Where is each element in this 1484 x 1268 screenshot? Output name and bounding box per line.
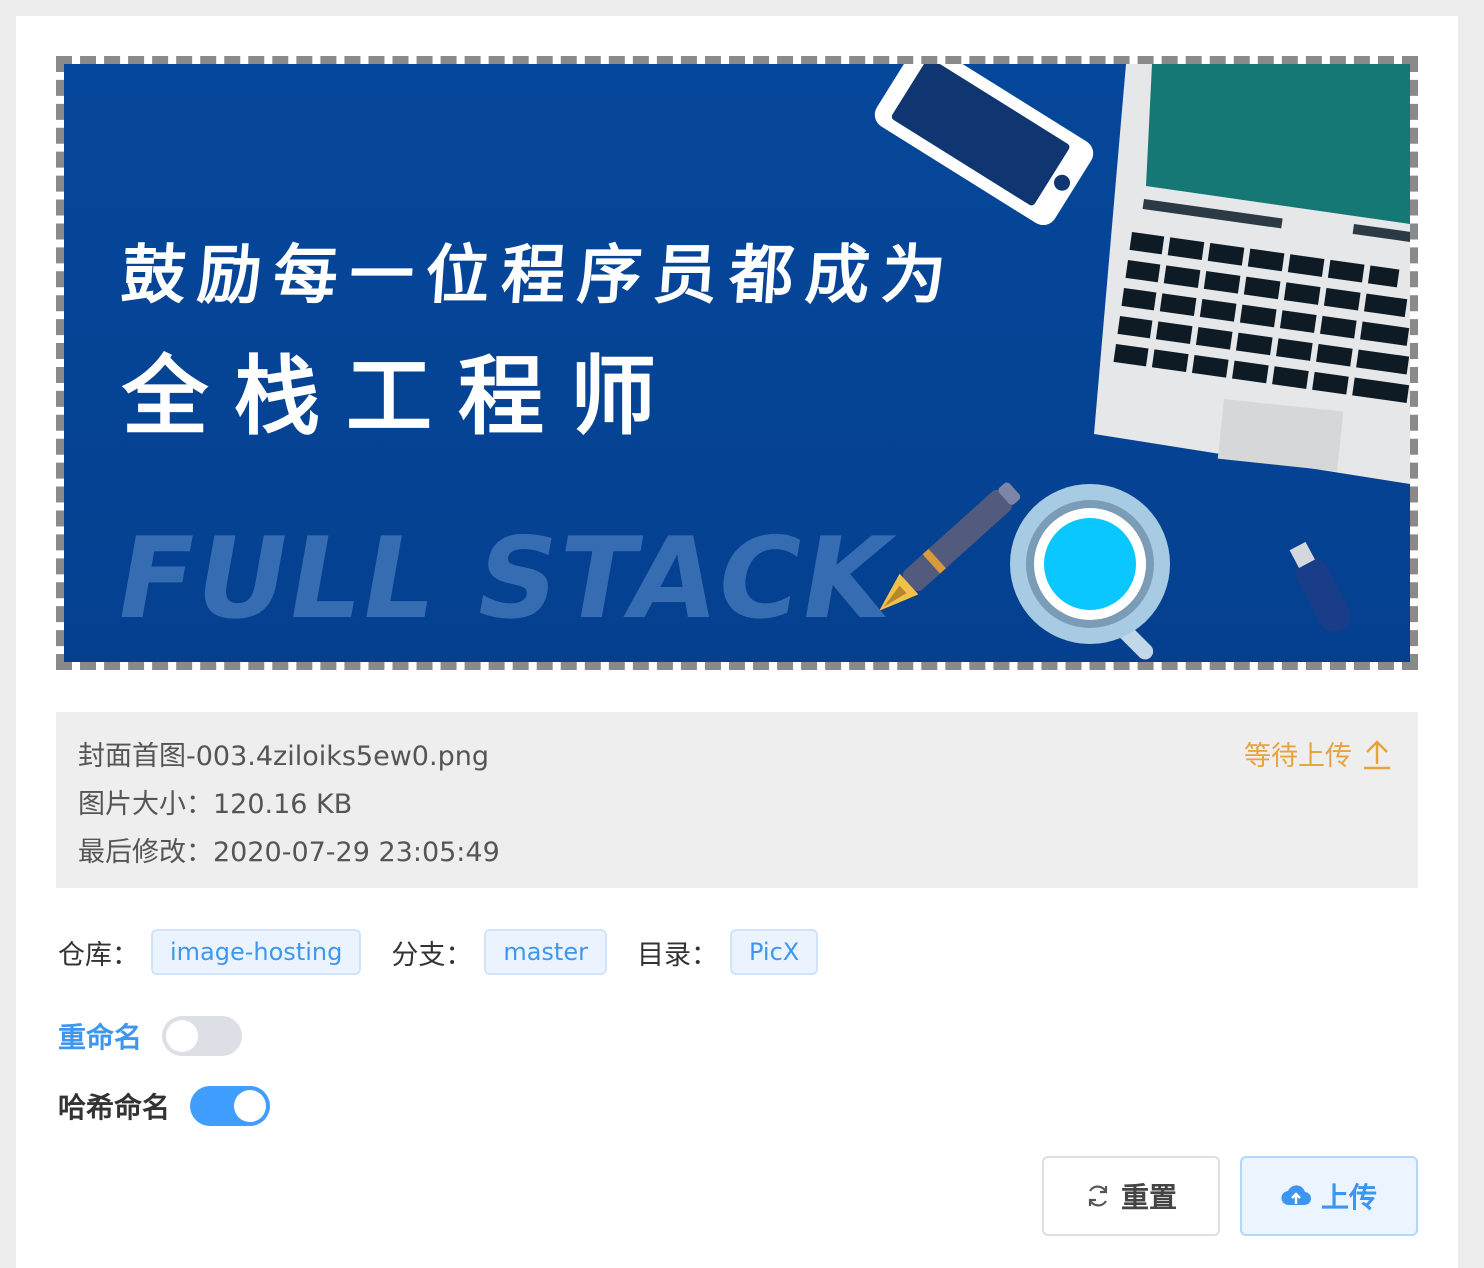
hash-rename-switch[interactable]	[190, 1086, 271, 1126]
rename-switch[interactable]	[162, 1016, 243, 1056]
upload-button[interactable]: 上传	[1240, 1156, 1418, 1236]
preview-headline-line2: 全栈工程师	[122, 347, 682, 447]
usb-stick-illustration	[1289, 541, 1351, 632]
hash-rename-option: 哈希命名	[58, 1086, 271, 1126]
reset-button[interactable]: 重置	[1042, 1156, 1220, 1236]
coffee-cup-illustration	[1010, 484, 1170, 660]
file-name: 封面首图-003.4ziloiks5ew0.png	[78, 741, 489, 772]
rename-switch-knob	[166, 1020, 199, 1052]
repo-label: 仓库：	[58, 939, 139, 971]
upload-button-label: 上传	[1320, 1181, 1377, 1214]
reset-button-label: 重置	[1120, 1181, 1177, 1214]
branch-tag: master	[484, 929, 607, 975]
laptop-illustration	[1094, 64, 1410, 484]
image-preview: 鼓励每一位程序员都成为 全栈工程师 FULL STACK	[64, 64, 1410, 662]
cloud-upload-icon	[1281, 1185, 1311, 1206]
rename-label: 重命名	[58, 1021, 143, 1054]
target-info-row: 仓库： image-hosting 分支： master 目录： PicX	[58, 928, 848, 976]
file-modified: 最后修改：2020-07-29 23:05:49	[78, 837, 500, 868]
branch-label: 分支：	[391, 939, 473, 971]
refresh-icon	[1088, 1185, 1108, 1207]
preview-headline-line1: 鼓励每一位程序员都成为	[118, 239, 961, 313]
file-info-panel: 封面首图-003.4ziloiks5ew0.png 图片大小：120.16 KB…	[56, 712, 1418, 888]
preview-watermark: FULL STACK	[106, 514, 903, 644]
dir-tag: PicX	[729, 929, 819, 975]
arrow-up-icon	[1364, 739, 1390, 769]
phone-illustration	[874, 64, 1094, 226]
image-drop-zone[interactable]: 鼓励每一位程序员都成为 全栈工程师 FULL STACK	[56, 56, 1418, 670]
upload-status: 等待上传	[1244, 734, 1392, 773]
upload-card: 鼓励每一位程序员都成为 全栈工程师 FULL STACK 封面首图-003.4z…	[16, 16, 1458, 1268]
upload-status-text: 等待上传	[1244, 741, 1352, 772]
hash-rename-switch-knob	[234, 1090, 267, 1122]
rename-option: 重命名	[58, 1016, 243, 1056]
file-size: 图片大小：120.16 KB	[78, 789, 353, 820]
repo-tag: image-hosting	[151, 929, 362, 975]
dir-label: 目录：	[636, 939, 718, 971]
hash-rename-label: 哈希命名	[58, 1091, 171, 1124]
